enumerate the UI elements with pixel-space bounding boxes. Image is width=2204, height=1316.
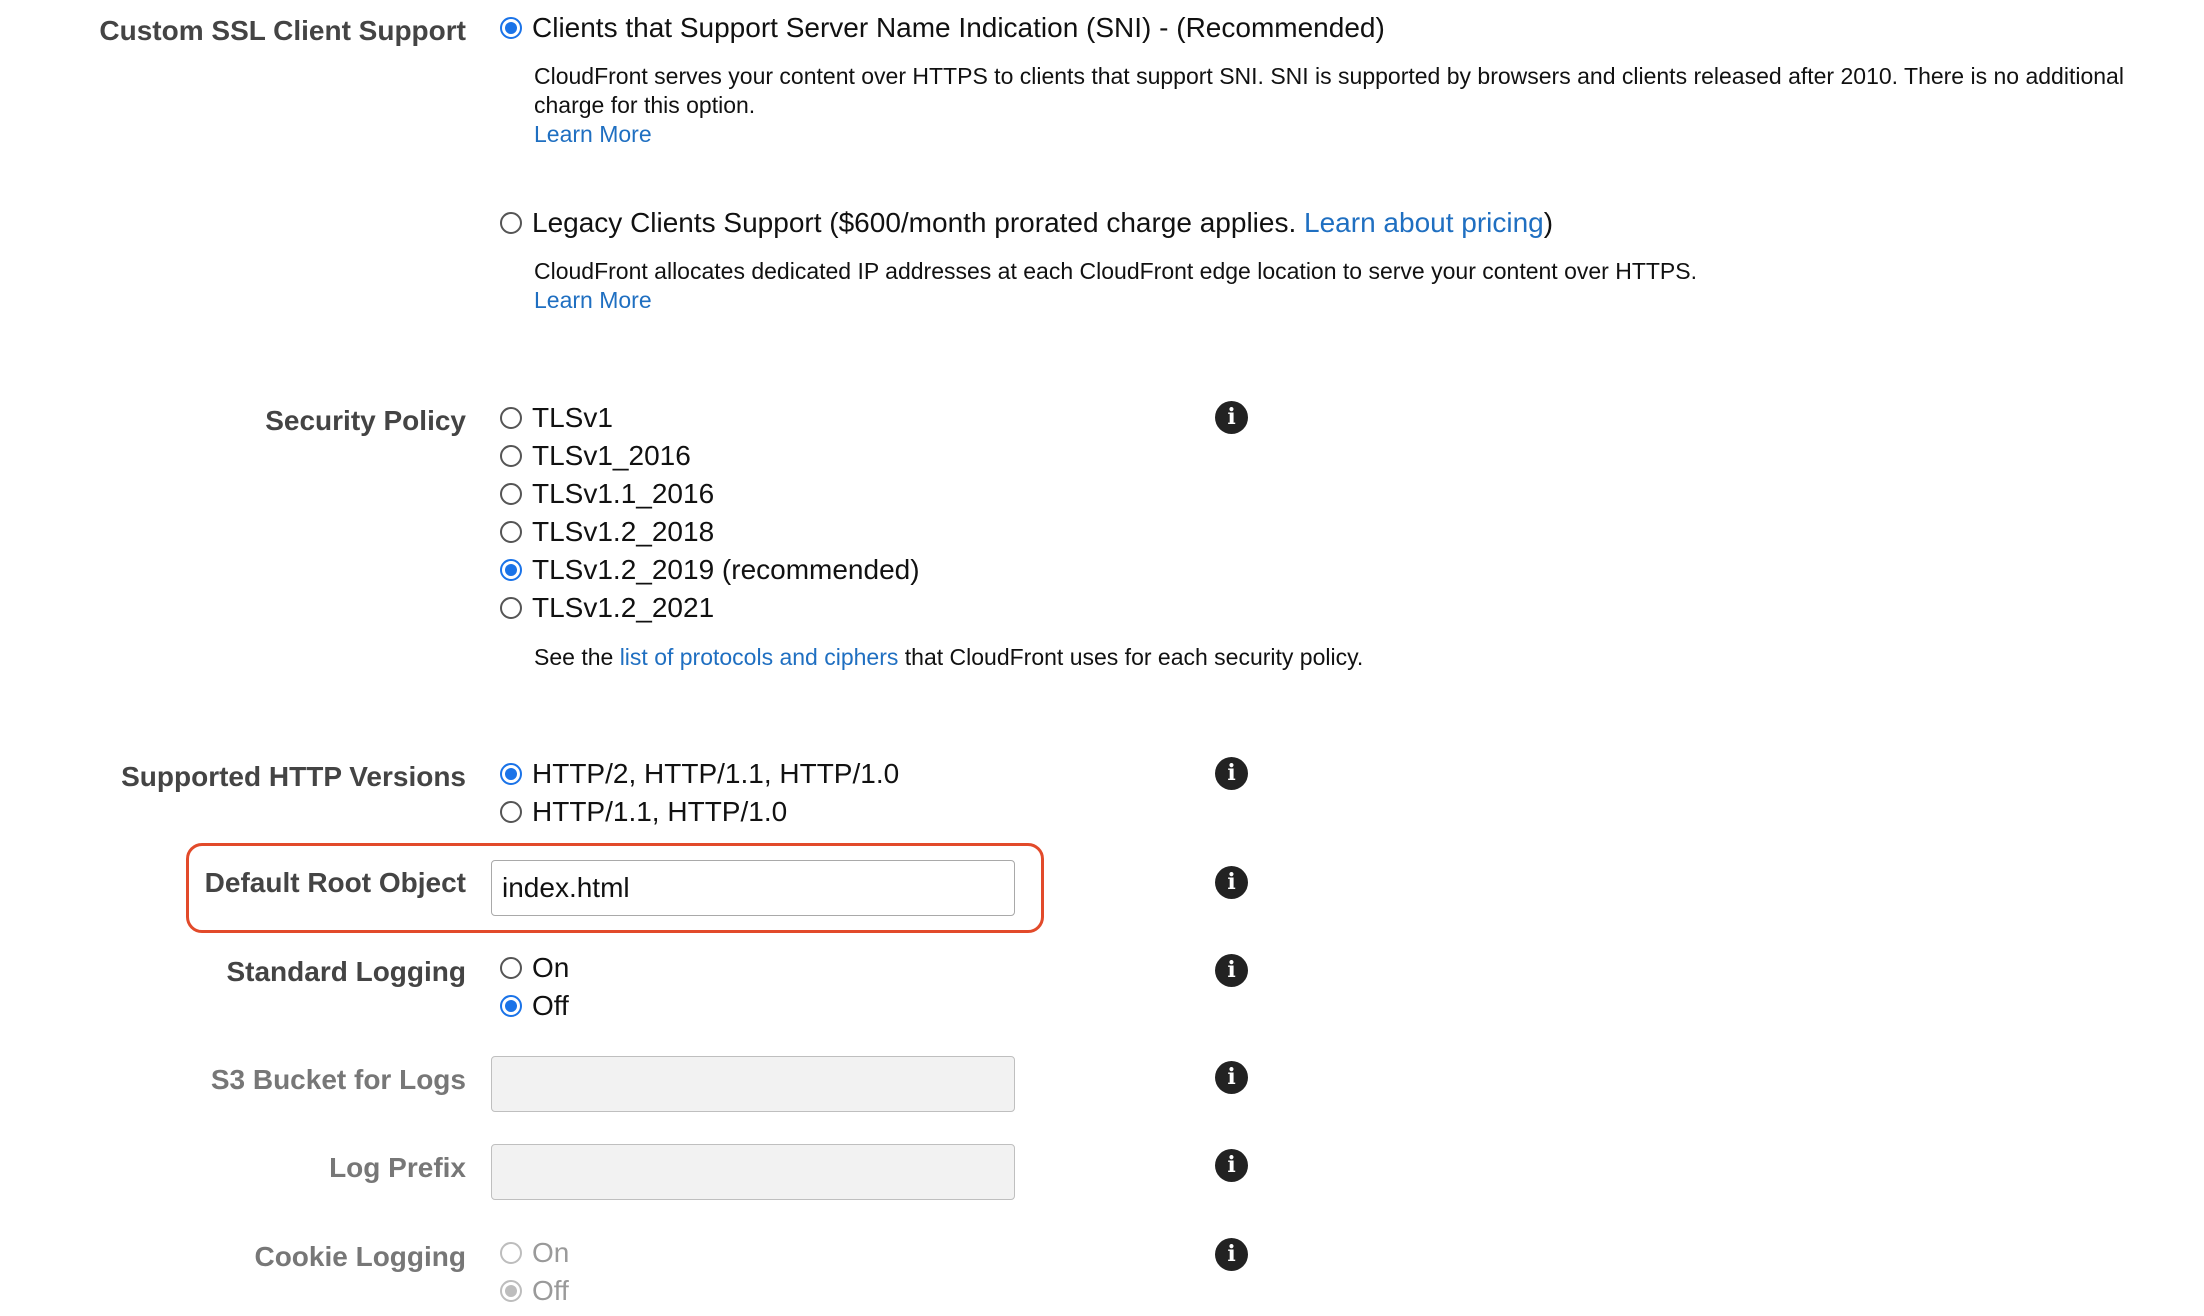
sni-option-label: Clients that Support Server Name Indicat…	[532, 12, 1385, 43]
sni-description: CloudFront serves your content over HTTP…	[534, 62, 2134, 149]
security-policy-radio[interactable]	[500, 407, 522, 429]
sni-learn-more-link[interactable]: Learn More	[534, 121, 652, 147]
security-policy-note-prefix: See the	[534, 644, 620, 670]
cookie-logging-on-label: On	[532, 1237, 570, 1268]
security-policy-radio[interactable]	[500, 445, 522, 467]
cookie-logging-label: Cookie Logging	[254, 1241, 466, 1272]
http-version-radio[interactable]	[500, 763, 522, 785]
http-version-radio[interactable]	[500, 801, 522, 823]
default-root-object-input[interactable]	[491, 860, 1015, 916]
cookie-logging-off-radio[interactable]	[500, 1280, 522, 1302]
security-policy-note-suffix: that CloudFront uses for each security p…	[898, 644, 1364, 670]
sni-radio[interactable]	[500, 17, 522, 39]
legacy-option-prefix: Legacy Clients Support ($600/month prora…	[532, 207, 1305, 238]
sni-description-text: CloudFront serves your content over HTTP…	[534, 63, 2124, 118]
default-root-object-label: Default Root Object	[204, 867, 466, 898]
http-version-option-label: HTTP/2, HTTP/1.1, HTTP/1.0	[532, 758, 900, 789]
standard-logging-off-radio[interactable]	[500, 995, 522, 1017]
security-policy-option-label: TLSv1.2_2018	[532, 516, 715, 547]
cloudfront-settings-form: Custom SSL Client Support Clients that S…	[0, 0, 2204, 1316]
security-policy-label: Security Policy	[265, 405, 466, 436]
http-versions-label: Supported HTTP Versions	[121, 761, 466, 792]
security-policy-option-label: TLSv1	[532, 402, 613, 433]
legacy-option-label: Legacy Clients Support ($600/month prora…	[532, 205, 1553, 241]
http-versions-info-icon[interactable]: i	[1215, 757, 1248, 790]
security-policy-radio[interactable]	[500, 483, 522, 505]
standard-logging-off-label: Off	[532, 990, 569, 1021]
protocols-ciphers-link[interactable]: list of protocols and ciphers	[620, 644, 899, 670]
legacy-pricing-link[interactable]: Learn about pricing	[1304, 207, 1544, 238]
security-policy-option-label: TLSv1.2_2021	[532, 592, 715, 623]
custom-ssl-label: Custom SSL Client Support	[99, 15, 466, 46]
s3-bucket-label: S3 Bucket for Logs	[210, 1064, 466, 1095]
standard-logging-on-label: On	[532, 952, 570, 983]
s3-bucket-input[interactable]	[491, 1056, 1015, 1112]
security-policy-info-icon[interactable]: i	[1215, 401, 1248, 434]
http-version-option-label: HTTP/1.1, HTTP/1.0	[532, 796, 788, 827]
cookie-logging-info-icon[interactable]: i	[1215, 1238, 1248, 1271]
security-policy-radio[interactable]	[500, 559, 522, 581]
cookie-logging-off-label: Off	[532, 1275, 569, 1306]
legacy-radio[interactable]	[500, 212, 522, 234]
standard-logging-on-radio[interactable]	[500, 957, 522, 979]
security-policy-option-label: TLSv1.1_2016	[532, 478, 715, 509]
legacy-description: CloudFront allocates dedicated IP addres…	[534, 257, 2134, 315]
cookie-logging-on-radio[interactable]	[500, 1242, 522, 1264]
security-policy-option-label: TLSv1_2016	[532, 440, 691, 471]
standard-logging-info-icon[interactable]: i	[1215, 954, 1248, 987]
legacy-description-text: CloudFront allocates dedicated IP addres…	[534, 258, 1697, 284]
security-policy-radio[interactable]	[500, 521, 522, 543]
log-prefix-info-icon[interactable]: i	[1215, 1149, 1248, 1182]
security-policy-radio[interactable]	[500, 597, 522, 619]
legacy-learn-more-link[interactable]: Learn More	[534, 287, 652, 313]
security-policy-note: See the list of protocols and ciphers th…	[534, 643, 2134, 672]
security-policy-option-label: TLSv1.2_2019 (recommended)	[532, 554, 920, 585]
standard-logging-label: Standard Logging	[226, 956, 466, 987]
s3-bucket-info-icon[interactable]: i	[1215, 1061, 1248, 1094]
legacy-option-suffix: )	[1543, 207, 1554, 238]
default-root-object-info-icon[interactable]: i	[1215, 866, 1248, 899]
log-prefix-label: Log Prefix	[329, 1152, 466, 1183]
log-prefix-input[interactable]	[491, 1144, 1015, 1200]
